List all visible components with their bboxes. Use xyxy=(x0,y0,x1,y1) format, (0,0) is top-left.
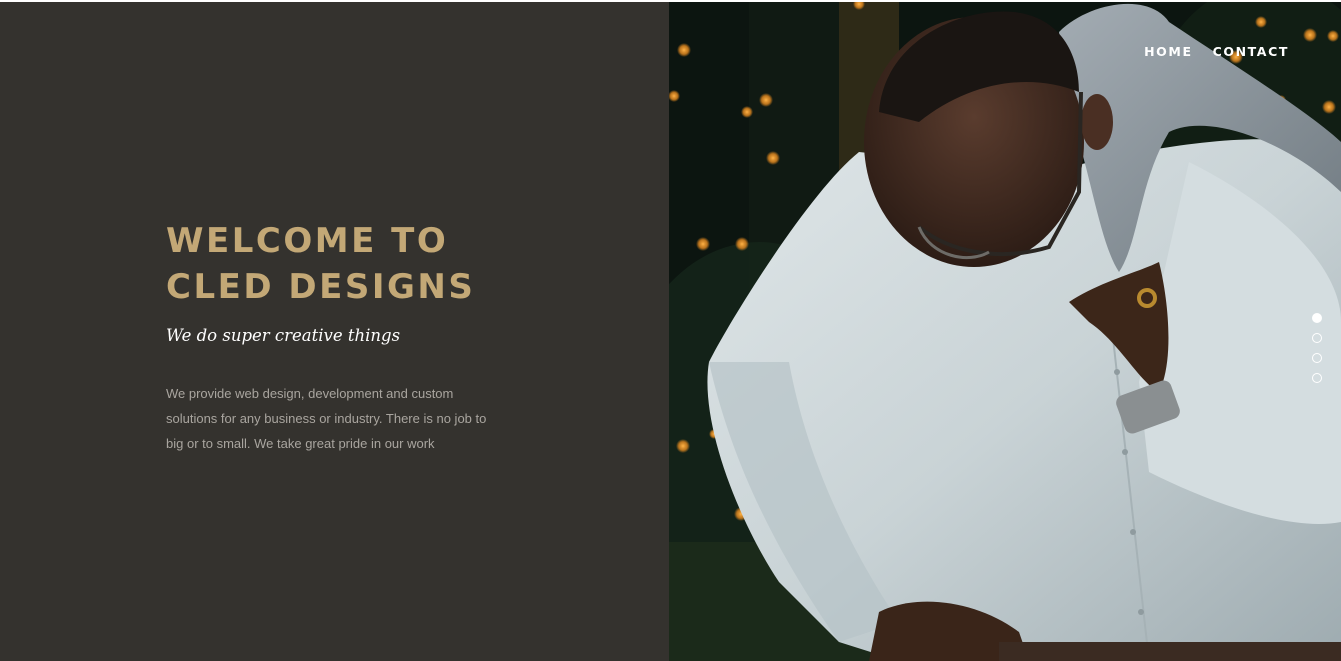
nav-contact-link[interactable]: CONTACT xyxy=(1213,44,1289,59)
slider-dot-4[interactable] xyxy=(1312,373,1322,383)
slider-dots xyxy=(1312,313,1322,383)
main-nav: HOME CONTACT xyxy=(1144,44,1289,59)
hero-text-panel: WELCOME TO CLED DESIGNS We do super crea… xyxy=(0,2,669,661)
hero-subtitle: We do super creative things xyxy=(166,326,401,345)
hero-description: We provide web design, development and c… xyxy=(166,386,487,451)
slider-dot-3[interactable] xyxy=(1312,353,1322,363)
hero-photo xyxy=(669,2,1341,661)
hero-title-line-1: WELCOME TO xyxy=(166,221,449,261)
hero-title: WELCOME TO CLED DESIGNS xyxy=(166,218,526,310)
hero-photo-illustration xyxy=(669,2,1341,661)
nav-home-link[interactable]: HOME xyxy=(1144,44,1192,59)
hero-text-block: WELCOME TO CLED DESIGNS We do super crea… xyxy=(166,218,526,456)
hero-title-line-2: CLED DESIGNS xyxy=(166,267,476,307)
slider-dot-2[interactable] xyxy=(1312,333,1322,343)
landing-page: WELCOME TO CLED DESIGNS We do super crea… xyxy=(0,0,1341,661)
slider-dot-1[interactable] xyxy=(1312,313,1322,323)
